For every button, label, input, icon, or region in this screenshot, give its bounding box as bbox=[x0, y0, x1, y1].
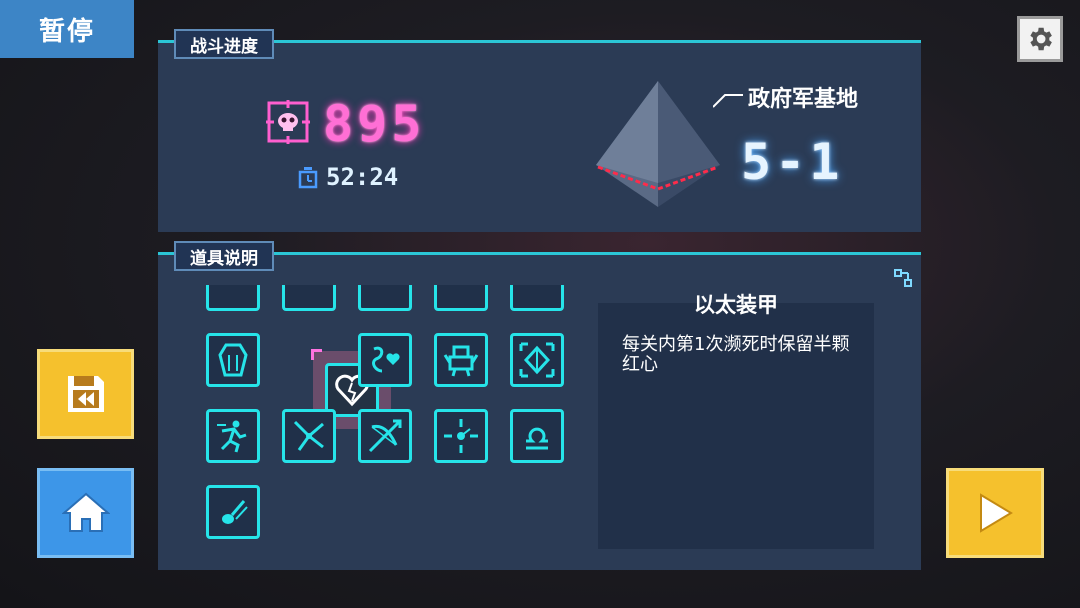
item-slot-hidden[interactable] bbox=[510, 285, 564, 311]
timer-icon bbox=[298, 167, 318, 189]
item-slot-hidden[interactable] bbox=[358, 285, 412, 311]
runner-icon bbox=[217, 420, 247, 453]
coffin-icon bbox=[218, 343, 248, 377]
stage-number: 5-1 bbox=[741, 133, 844, 191]
item-slot-hidden[interactable] bbox=[282, 285, 336, 311]
scatter-shot-icon bbox=[293, 420, 324, 451]
home-button[interactable] bbox=[37, 468, 134, 558]
item-grid[interactable] bbox=[202, 285, 582, 565]
target-cross-icon bbox=[444, 419, 478, 453]
pause-title: 暂停 bbox=[0, 0, 134, 58]
home-icon bbox=[61, 492, 110, 532]
item-slot-hidden[interactable] bbox=[206, 285, 260, 311]
elapsed-time: 52:24 bbox=[326, 163, 399, 191]
location-marker-icon bbox=[713, 94, 743, 108]
snake-heart-icon bbox=[372, 346, 400, 373]
item-slot[interactable] bbox=[434, 409, 488, 463]
item-slot[interactable] bbox=[282, 409, 336, 463]
bullet-icon bbox=[222, 500, 248, 524]
gear-icon bbox=[1030, 27, 1052, 51]
item-description-box: 每关内第1次濒死时保留半颗红心 bbox=[598, 303, 874, 549]
restart-button[interactable] bbox=[37, 349, 134, 439]
item-slot[interactable] bbox=[510, 409, 564, 463]
skull-target-icon bbox=[266, 100, 310, 144]
libra-icon bbox=[526, 427, 548, 450]
battle-progress-tab: 战斗进度 bbox=[174, 29, 274, 59]
item-name: 以太装甲 bbox=[694, 293, 778, 317]
octahedron-crystal-icon bbox=[596, 81, 720, 207]
location-name: 政府军基地 bbox=[748, 87, 859, 112]
item-slot[interactable] bbox=[206, 333, 260, 387]
kill-count: 895 bbox=[323, 95, 426, 153]
save-rewind-icon bbox=[67, 376, 104, 412]
crossbow-icon bbox=[368, 419, 402, 453]
settings-button[interactable] bbox=[1017, 16, 1063, 62]
item-slot[interactable] bbox=[434, 333, 488, 387]
expand-icon[interactable] bbox=[894, 269, 912, 287]
item-slot[interactable] bbox=[358, 409, 412, 463]
armored-robot-icon bbox=[443, 345, 479, 377]
item-description-panel: 道具说明 每关内第1次濒死时保留半颗红心 以太装甲 bbox=[158, 241, 921, 570]
battle-progress-panel: 战斗进度 895 52:24 政府军基地 5-1 bbox=[158, 29, 921, 232]
item-slot[interactable] bbox=[358, 333, 412, 387]
item-slot-hidden[interactable] bbox=[434, 285, 488, 311]
resume-button[interactable] bbox=[946, 468, 1044, 558]
item-slot[interactable] bbox=[510, 333, 564, 387]
play-icon bbox=[980, 493, 1013, 533]
item-description-tab: 道具说明 bbox=[174, 241, 274, 271]
item-description-text: 每关内第1次濒死时保留半颗红心 bbox=[622, 334, 850, 375]
item-slot[interactable] bbox=[206, 485, 260, 539]
expand-crystal-icon bbox=[519, 342, 555, 378]
item-slot[interactable] bbox=[206, 409, 260, 463]
